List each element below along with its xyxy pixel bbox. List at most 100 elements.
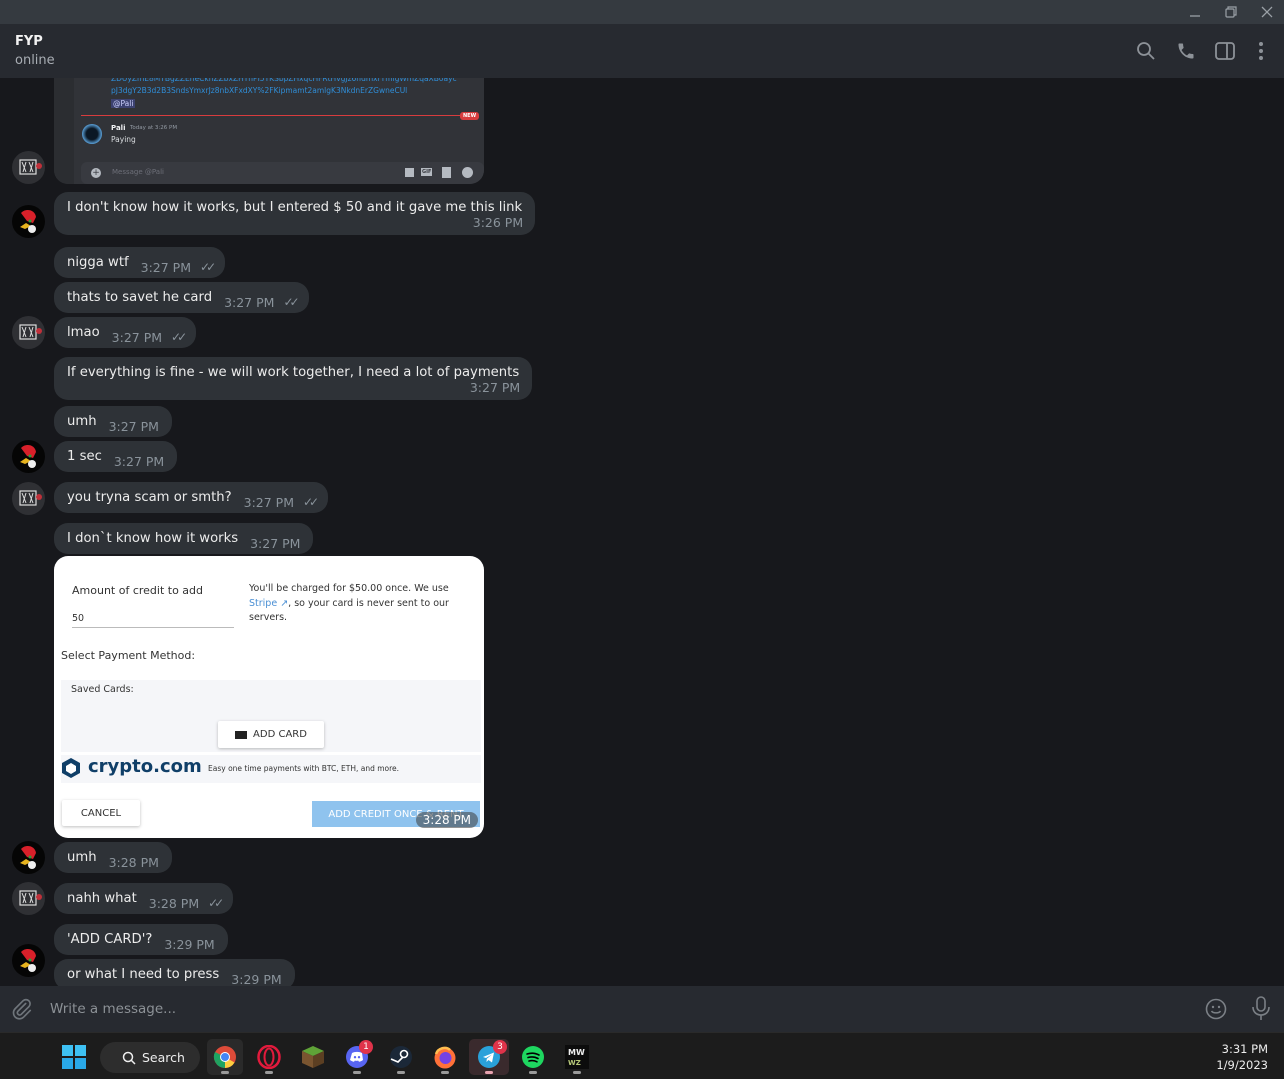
emoji-button[interactable] bbox=[1205, 998, 1227, 1024]
fyp-avatar-icon bbox=[19, 159, 42, 175]
message-input[interactable] bbox=[50, 998, 1150, 1020]
spotify-icon bbox=[522, 1046, 544, 1068]
running-indicator bbox=[353, 1071, 361, 1074]
message-bubble[interactable]: nahh what 3:28 PM ✓✓ bbox=[54, 883, 234, 914]
paperclip-icon bbox=[12, 998, 32, 1020]
more-button[interactable] bbox=[1248, 38, 1274, 64]
message-text: lmao bbox=[67, 325, 100, 340]
charge-info: You'll be charged for $50.00 once. We us… bbox=[249, 582, 469, 626]
microphone-button[interactable] bbox=[1251, 996, 1271, 1026]
phone-icon bbox=[1178, 43, 1194, 59]
woodpecker-avatar-icon bbox=[20, 845, 36, 869]
woodpecker-avatar-icon bbox=[20, 948, 36, 972]
message-bubble[interactable]: I don't know how it works, but I entered… bbox=[54, 192, 536, 235]
minimize-button[interactable] bbox=[1180, 2, 1210, 22]
discord-input-placeholder: Message @Pali bbox=[112, 168, 164, 176]
chat-title[interactable]: FYP bbox=[15, 34, 43, 49]
message-bubble[interactable]: umh 3:28 PM bbox=[54, 842, 172, 873]
message-bubble[interactable]: If everything is fine - we will work tog… bbox=[54, 357, 533, 400]
discord-author: Pali bbox=[111, 124, 126, 132]
window-titlebar bbox=[0, 0, 1284, 24]
crypto-brand: crypto.com bbox=[88, 756, 202, 777]
taskbar-chrome[interactable] bbox=[207, 1039, 243, 1075]
avatar-fyp[interactable] bbox=[12, 482, 45, 515]
charge-text-3: servers. bbox=[249, 612, 288, 623]
message-text: or what I need to press bbox=[67, 967, 220, 982]
system-clock[interactable]: 3:31 PM 1/9/2023 bbox=[1216, 1041, 1268, 1073]
message-bubble[interactable]: or what I need to press 3:29 PM bbox=[54, 959, 295, 986]
add-card-button[interactable]: ADD CARD bbox=[218, 721, 324, 748]
message-bubble[interactable]: I don`t know how it works 3:27 PM bbox=[54, 523, 314, 554]
stripe-link[interactable]: Stripe bbox=[249, 598, 277, 609]
avatar-woody[interactable] bbox=[12, 944, 45, 977]
message-time: 3:29 PM bbox=[164, 936, 215, 952]
new-divider bbox=[81, 115, 471, 116]
clock-time: 3:31 PM bbox=[1221, 1042, 1268, 1056]
attach-button[interactable] bbox=[11, 998, 33, 1024]
woodpecker-avatar-icon bbox=[20, 209, 36, 233]
close-icon bbox=[1261, 6, 1273, 18]
taskbar-spotify[interactable] bbox=[515, 1039, 551, 1075]
avatar-woody[interactable] bbox=[12, 440, 45, 473]
message-text: 1 sec bbox=[67, 449, 102, 464]
taskbar-discord[interactable]: 1 bbox=[339, 1039, 375, 1075]
taskbar-steam[interactable] bbox=[383, 1039, 419, 1075]
restore-icon bbox=[1225, 6, 1237, 18]
message-bubble[interactable]: umh 3:27 PM bbox=[54, 406, 172, 437]
message-time: 3:27 PM bbox=[250, 535, 301, 551]
sidebar-toggle-button[interactable] bbox=[1212, 38, 1238, 64]
message-bubble[interactable]: 1 sec 3:27 PM bbox=[54, 441, 178, 472]
discord-screenshot-image[interactable]: ZDUyZmE8MTBgZZEneCknZZbxZHYnPI5YKSbpZHxq… bbox=[54, 78, 484, 184]
message-bubble[interactable]: 'ADD CARD'? 3:29 PM bbox=[54, 924, 228, 955]
fyp-avatar-icon bbox=[19, 490, 42, 506]
avatar-woody[interactable] bbox=[12, 841, 45, 874]
notification-badge: 3 bbox=[493, 1040, 507, 1054]
message-text: umh bbox=[67, 414, 97, 429]
message-time: 3:27 PM bbox=[224, 294, 275, 310]
message-time: 3:27 PM bbox=[108, 418, 159, 434]
message-bubble[interactable]: lmao 3:27 PM ✓✓ bbox=[54, 317, 197, 348]
taskbar: Search 1 3 MW WZ 3:31 PM 1/9/2023 bbox=[0, 1032, 1284, 1079]
crypto-logo-icon bbox=[62, 758, 80, 778]
message-list[interactable]: ZDUyZmE8MTBgZZEneCknZZbxZHYnPI5YKSbpZHxq… bbox=[0, 78, 1284, 986]
avatar-fyp[interactable] bbox=[12, 151, 45, 184]
pali-avatar bbox=[82, 124, 102, 144]
read-check-icon: ✓✓ bbox=[208, 896, 224, 910]
message-bubble[interactable]: I don't know how it works, but I entered… bbox=[54, 247, 226, 278]
message-composer bbox=[0, 986, 1284, 1032]
message-bubble[interactable]: thats to savet he card 3:27 PM ✓✓ bbox=[54, 282, 309, 313]
message-text: 'ADD CARD'? bbox=[67, 932, 153, 947]
close-button[interactable] bbox=[1252, 2, 1282, 22]
warzone-icon: MW WZ bbox=[565, 1045, 589, 1069]
read-check-icon: ✓✓ bbox=[283, 295, 299, 309]
taskbar-telegram[interactable]: 3 bbox=[469, 1039, 509, 1075]
avatar-fyp[interactable] bbox=[12, 882, 45, 915]
running-indicator bbox=[397, 1071, 405, 1074]
running-indicator bbox=[441, 1071, 449, 1074]
message-time: 3:27 PM bbox=[243, 494, 294, 510]
cancel-button[interactable]: CANCEL bbox=[62, 800, 140, 826]
windows-logo-icon bbox=[62, 1045, 86, 1069]
discord-mention: @Pali bbox=[111, 99, 136, 108]
avatar-fyp[interactable] bbox=[12, 316, 45, 349]
message-time: 3:26 PM bbox=[472, 215, 524, 230]
crypto-option[interactable]: crypto.com Easy one time payments with B… bbox=[61, 755, 481, 783]
running-indicator bbox=[221, 1071, 229, 1074]
taskbar-search[interactable]: Search bbox=[100, 1042, 200, 1073]
new-badge: NEW bbox=[460, 112, 480, 120]
start-button[interactable] bbox=[62, 1045, 86, 1073]
svg-text:MW: MW bbox=[568, 1048, 585, 1057]
taskbar-warzone[interactable]: MW WZ bbox=[559, 1039, 595, 1075]
message-bubble[interactable]: you tryna scam or smth? 3:27 PM ✓✓ bbox=[54, 482, 329, 513]
restore-button[interactable] bbox=[1216, 2, 1246, 22]
search-button[interactable] bbox=[1133, 38, 1159, 64]
payment-screenshot-image[interactable]: Amount of credit to add 50 You'll be cha… bbox=[54, 556, 484, 838]
taskbar-firefox[interactable] bbox=[427, 1039, 463, 1075]
taskbar-minecraft[interactable] bbox=[295, 1039, 331, 1075]
discord-link-line-1: ZDUyZmE8MTBgZZEneCknZZbxZHYnPI5YKSbpZHxq… bbox=[111, 78, 457, 83]
gif-icon: GIF bbox=[421, 168, 433, 176]
taskbar-opera[interactable] bbox=[251, 1039, 287, 1075]
avatar-woody[interactable] bbox=[12, 205, 45, 238]
call-button[interactable] bbox=[1173, 38, 1199, 64]
discord-timestamp: Today at 3:26 PM bbox=[130, 125, 178, 131]
